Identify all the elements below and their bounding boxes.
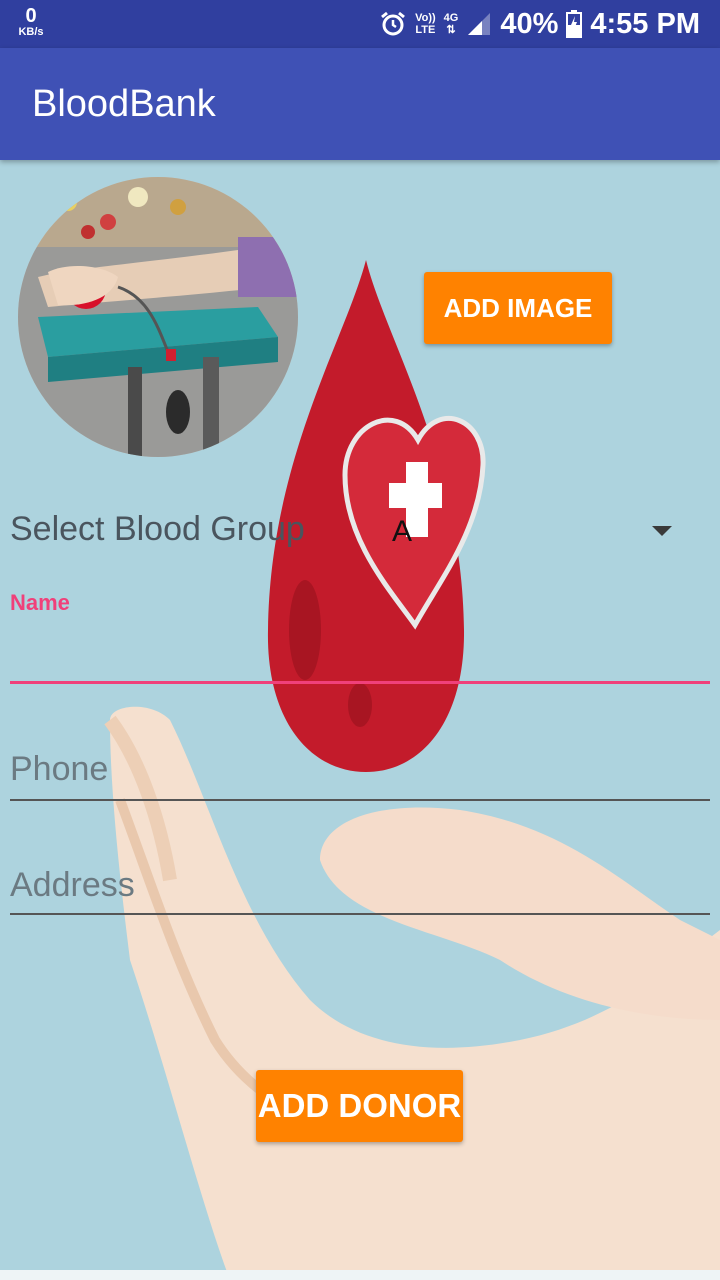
address-underline (10, 913, 710, 915)
add-donor-button[interactable]: ADD DONOR (256, 1070, 463, 1142)
network-speed-value: 0 (25, 5, 37, 27)
volte-line2: LTE (415, 24, 436, 36)
volte-indicator: Vo)) LTE (415, 12, 436, 36)
app-bar: BloodBank (0, 48, 720, 160)
navigation-bar-edge (0, 1270, 720, 1280)
blood-donation-photo-icon (18, 177, 298, 457)
phone-underline (10, 799, 710, 801)
blood-group-spinner[interactable]: A (392, 515, 412, 549)
phone-input[interactable] (10, 750, 710, 789)
dropdown-arrow-icon[interactable] (652, 526, 672, 536)
status-bar: 0 KB/s Vo)) LTE 4G ⇅ 40% 4:55 PM (0, 0, 720, 48)
app-title: BloodBank (32, 83, 216, 125)
network-speed: 0 KB/s (14, 6, 48, 38)
address-input[interactable] (10, 866, 710, 905)
name-label: Name (10, 590, 70, 615)
network-speed-unit: KB/s (18, 26, 44, 38)
name-input[interactable] (10, 630, 710, 669)
signal-icon (466, 11, 492, 37)
add-image-button[interactable]: ADD IMAGE (424, 272, 612, 344)
donor-photo[interactable] (18, 177, 298, 457)
status-icons: Vo)) LTE 4G ⇅ 40% 4:55 PM (379, 0, 700, 48)
address-field-container (10, 866, 710, 915)
name-underline (10, 681, 710, 684)
data-arrows-icon: ⇅ (446, 24, 456, 36)
phone-field-container (10, 750, 710, 801)
battery-percent: 40% (500, 7, 559, 40)
network-type-label: 4G (443, 12, 459, 24)
blood-group-label: Select Blood Group (10, 510, 305, 548)
volte-line1: Vo)) (415, 12, 436, 24)
name-field-container (10, 630, 710, 684)
alarm-icon (379, 10, 407, 38)
network-type: 4G ⇅ (444, 12, 459, 36)
battery-icon (566, 10, 583, 38)
clock: 4:55 PM (590, 7, 700, 40)
